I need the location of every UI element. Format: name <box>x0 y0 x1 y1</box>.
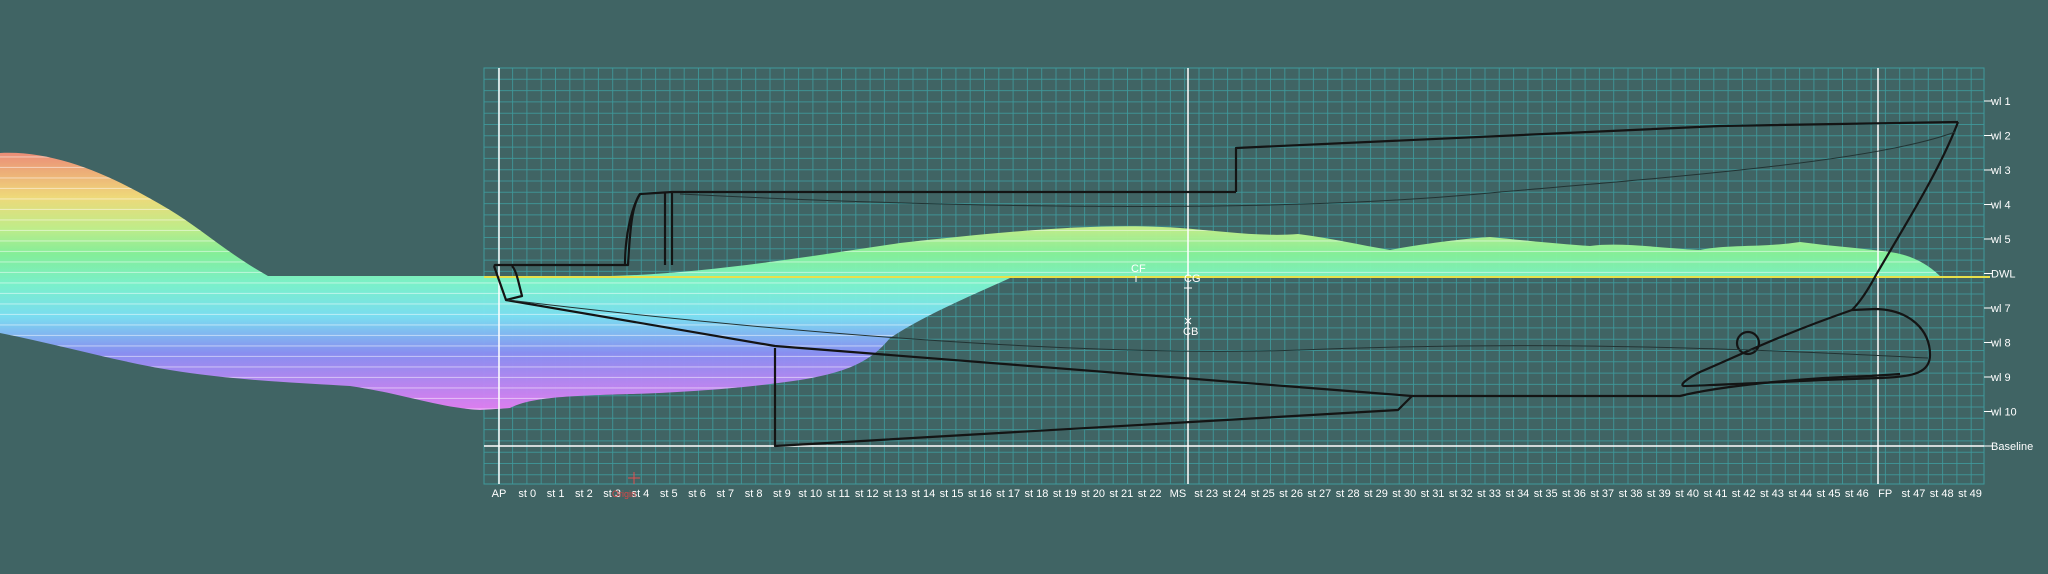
station-label: st 7 <box>716 488 734 500</box>
station-label: st 46 <box>1845 488 1869 500</box>
waterline-label: wl 7 <box>1990 303 2011 315</box>
profile-view-canvas[interactable]: CF CG CB wl 1 wl 2 wl 3 wl 4 wl 5 DWL wl 7 wl 8… <box>0 0 2048 569</box>
station-label: st 26 <box>1279 488 1303 500</box>
station-label: st 44 <box>1788 488 1812 500</box>
waterline-label: Baseline <box>1991 441 2033 453</box>
station-label: st 41 <box>1703 488 1727 500</box>
station-label: st 21 <box>1109 488 1133 500</box>
station-label: st 14 <box>911 488 935 500</box>
station-label: st 18 <box>1025 488 1049 500</box>
station-label: st 49 <box>1958 488 1982 500</box>
station-label: st 37 <box>1590 488 1614 500</box>
station-label: st 23 <box>1194 488 1218 500</box>
svg-text:CG: CG <box>1184 273 1201 285</box>
station-label: st 34 <box>1505 488 1529 500</box>
svg-text:Origin: Origin <box>612 489 636 499</box>
waterline-label: wl 2 <box>1990 131 2011 143</box>
svg-text:CF: CF <box>1131 263 1146 275</box>
waterline-label: wl 3 <box>1990 165 2011 177</box>
station-labels: AP st 0st 1st 2st 3st 4st 5st 6st 7st 8st… <box>492 488 1982 500</box>
station-label: AP <box>492 488 507 500</box>
station-label: st 42 <box>1732 488 1756 500</box>
station-label: st 0 <box>518 488 536 500</box>
station-label: st 1 <box>547 488 565 500</box>
station-label: FP <box>1878 488 1892 500</box>
station-label: st 31 <box>1421 488 1445 500</box>
waterline-label: wl 5 <box>1990 234 2011 246</box>
station-label: st 9 <box>773 488 791 500</box>
waterline-label: wl 8 <box>1990 338 2011 350</box>
waterline-label: wl 4 <box>1990 200 2011 212</box>
station-label: st 38 <box>1619 488 1643 500</box>
station-label: st 15 <box>940 488 964 500</box>
origin-marker: Origin <box>612 472 640 499</box>
station-label: st 29 <box>1364 488 1388 500</box>
waterline-label: wl 1 <box>1990 96 2011 108</box>
station-label: st 22 <box>1138 488 1162 500</box>
reference-lines <box>484 68 1990 484</box>
waterline-label: wl 9 <box>1990 372 2011 384</box>
station-label: st 28 <box>1336 488 1360 500</box>
station-label: st 12 <box>855 488 879 500</box>
cf-marker: CF <box>1131 263 1146 282</box>
cg-marker: CG <box>1184 273 1201 292</box>
station-label: st 36 <box>1562 488 1586 500</box>
station-label: st 27 <box>1307 488 1331 500</box>
station-label: st 45 <box>1817 488 1841 500</box>
station-label: MS <box>1170 488 1187 500</box>
station-label: st 33 <box>1477 488 1501 500</box>
station-label: st 11 <box>827 488 850 500</box>
station-label: st 43 <box>1760 488 1784 500</box>
deckhouse-window <box>623 192 674 266</box>
station-label: st 30 <box>1392 488 1416 500</box>
svg-text:CB: CB <box>1183 326 1198 338</box>
station-label: st 10 <box>798 488 822 500</box>
station-label: st 35 <box>1534 488 1558 500</box>
station-label: st 13 <box>883 488 907 500</box>
waterline-labels: wl 1 wl 2 wl 3 wl 4 wl 5 DWL wl 7 wl 8 wl 9 wl 10… <box>1984 96 2033 453</box>
station-label: st 16 <box>968 488 992 500</box>
waterline-label: DWL <box>1991 269 2015 281</box>
station-label: st 25 <box>1251 488 1275 500</box>
station-label: st 32 <box>1449 488 1473 500</box>
station-label: st 24 <box>1223 488 1247 500</box>
station-label: st 19 <box>1053 488 1077 500</box>
station-label: st 39 <box>1647 488 1671 500</box>
station-label: st 47 <box>1901 488 1925 500</box>
station-label: st 6 <box>688 488 706 500</box>
station-label: st 20 <box>1081 488 1105 500</box>
station-label: st 2 <box>575 488 593 500</box>
cb-marker: CB <box>1183 317 1198 338</box>
station-label: st 5 <box>660 488 678 500</box>
lines-plan-viewport[interactable]: CF CG CB wl 1 wl 2 wl 3 wl 4 wl 5 DWL wl 7 wl 8… <box>0 0 2048 569</box>
station-label: st 40 <box>1675 488 1699 500</box>
station-label: st 8 <box>745 488 763 500</box>
waterline-label: wl 10 <box>1990 407 2017 419</box>
station-label: st 17 <box>996 488 1020 500</box>
station-label: st 48 <box>1930 488 1954 500</box>
